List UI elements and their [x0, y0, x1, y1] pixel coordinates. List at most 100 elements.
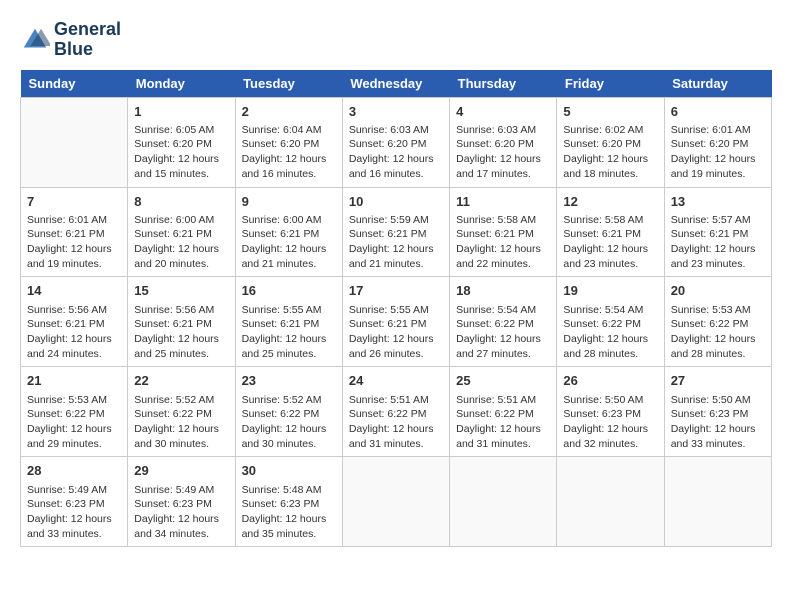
day-info: Sunrise: 5:55 AM Sunset: 6:21 PM Dayligh… — [242, 303, 336, 362]
day-info: Sunrise: 5:52 AM Sunset: 6:22 PM Dayligh… — [134, 393, 228, 452]
day-info: Sunrise: 5:48 AM Sunset: 6:23 PM Dayligh… — [242, 483, 336, 542]
calendar-cell — [664, 457, 771, 547]
day-info: Sunrise: 6:04 AM Sunset: 6:20 PM Dayligh… — [242, 123, 336, 182]
week-row-2: 7 Sunrise: 6:01 AM Sunset: 6:21 PM Daylig… — [21, 187, 772, 277]
calendar-cell: 5 Sunrise: 6:02 AM Sunset: 6:20 PM Daylig… — [557, 97, 664, 187]
day-info: Sunrise: 5:51 AM Sunset: 6:22 PM Dayligh… — [456, 393, 550, 452]
calendar-cell: 17 Sunrise: 5:55 AM Sunset: 6:21 PM Dayli… — [342, 277, 449, 367]
week-row-5: 28 Sunrise: 5:49 AM Sunset: 6:23 PM Dayli… — [21, 457, 772, 547]
day-info: Sunrise: 6:00 AM Sunset: 6:21 PM Dayligh… — [242, 213, 336, 272]
day-info: Sunrise: 6:01 AM Sunset: 6:21 PM Dayligh… — [27, 213, 121, 272]
day-info: Sunrise: 5:49 AM Sunset: 6:23 PM Dayligh… — [134, 483, 228, 542]
calendar-cell: 23 Sunrise: 5:52 AM Sunset: 6:22 PM Dayli… — [235, 367, 342, 457]
day-number: 27 — [671, 372, 765, 390]
day-number: 30 — [242, 462, 336, 480]
day-number: 24 — [349, 372, 443, 390]
calendar-cell: 28Sunrise: 5:49 AM Sunset: 6:23 PM Dayli… — [21, 457, 128, 547]
calendar-cell: 24 Sunrise: 5:51 AM Sunset: 6:22 PM Dayli… — [342, 367, 449, 457]
calendar-cell: 4 Sunrise: 6:03 AM Sunset: 6:20 PM Daylig… — [450, 97, 557, 187]
calendar-cell: 8Sunrise: 6:00 AM Sunset: 6:21 PM Daylig… — [128, 187, 235, 277]
day-info: Sunrise: 5:58 AM Sunset: 6:21 PM Dayligh… — [563, 213, 657, 272]
day-number: 3 — [349, 103, 443, 121]
day-number: 13 — [671, 193, 765, 211]
calendar-cell: 10 Sunrise: 5:59 AM Sunset: 6:21 PM Dayli… — [342, 187, 449, 277]
day-number: 23 — [242, 372, 336, 390]
day-info: Sunrise: 6:03 AM Sunset: 6:20 PM Dayligh… — [349, 123, 443, 182]
day-number: 17 — [349, 282, 443, 300]
weekday-header-wednesday: Wednesday — [342, 70, 449, 98]
day-info: Sunrise: 5:56 AM Sunset: 6:21 PM Dayligh… — [134, 303, 228, 362]
calendar-cell: 13 Sunrise: 5:57 AM Sunset: 6:21 PM Dayli… — [664, 187, 771, 277]
calendar-cell: 18 Sunrise: 5:54 AM Sunset: 6:22 PM Dayli… — [450, 277, 557, 367]
calendar-cell: 11 Sunrise: 5:58 AM Sunset: 6:21 PM Dayli… — [450, 187, 557, 277]
day-number: 9 — [242, 193, 336, 211]
calendar-cell: 16Sunrise: 5:55 AM Sunset: 6:21 PM Dayli… — [235, 277, 342, 367]
day-info: Sunrise: 5:58 AM Sunset: 6:21 PM Dayligh… — [456, 213, 550, 272]
day-number: 7 — [27, 193, 121, 211]
day-number: 20 — [671, 282, 765, 300]
calendar-cell — [21, 97, 128, 187]
calendar-cell: 22 Sunrise: 5:52 AM Sunset: 6:22 PM Dayli… — [128, 367, 235, 457]
calendar-cell — [557, 457, 664, 547]
weekday-header-sunday: Sunday — [21, 70, 128, 98]
day-number: 11 — [456, 193, 550, 211]
weekday-header-thursday: Thursday — [450, 70, 557, 98]
day-number: 29 — [134, 462, 228, 480]
day-info: Sunrise: 5:55 AM Sunset: 6:21 PM Dayligh… — [349, 303, 443, 362]
day-number: 1 — [134, 103, 228, 121]
calendar-table: SundayMondayTuesdayWednesdayThursdayFrid… — [20, 70, 772, 548]
day-number: 18 — [456, 282, 550, 300]
day-info: Sunrise: 5:51 AM Sunset: 6:22 PM Dayligh… — [349, 393, 443, 452]
calendar-cell: 20 Sunrise: 5:53 AM Sunset: 6:22 PM Dayli… — [664, 277, 771, 367]
day-number: 22 — [134, 372, 228, 390]
calendar-cell: 19Sunrise: 5:54 AM Sunset: 6:22 PM Dayli… — [557, 277, 664, 367]
day-number: 4 — [456, 103, 550, 121]
day-number: 28 — [27, 462, 121, 480]
calendar-cell: 14 Sunrise: 5:56 AM Sunset: 6:21 PM Dayli… — [21, 277, 128, 367]
day-number: 5 — [563, 103, 657, 121]
calendar-cell: 7 Sunrise: 6:01 AM Sunset: 6:21 PM Daylig… — [21, 187, 128, 277]
calendar-cell: 21 Sunrise: 5:53 AM Sunset: 6:22 PM Dayli… — [21, 367, 128, 457]
calendar-cell: 1 Sunrise: 6:05 AM Sunset: 6:20 PM Daylig… — [128, 97, 235, 187]
day-number: 21 — [27, 372, 121, 390]
weekday-header-monday: Monday — [128, 70, 235, 98]
calendar-cell: 9 Sunrise: 6:00 AM Sunset: 6:21 PM Daylig… — [235, 187, 342, 277]
day-info: Sunrise: 5:50 AM Sunset: 6:23 PM Dayligh… — [671, 393, 765, 452]
logo-icon — [20, 25, 50, 55]
day-info: Sunrise: 5:52 AM Sunset: 6:22 PM Dayligh… — [242, 393, 336, 452]
day-info: Sunrise: 6:03 AM Sunset: 6:20 PM Dayligh… — [456, 123, 550, 182]
calendar-cell: 6Sunrise: 6:01 AM Sunset: 6:20 PM Daylig… — [664, 97, 771, 187]
day-info: Sunrise: 5:54 AM Sunset: 6:22 PM Dayligh… — [563, 303, 657, 362]
day-number: 26 — [563, 372, 657, 390]
day-number: 25 — [456, 372, 550, 390]
day-info: Sunrise: 6:02 AM Sunset: 6:20 PM Dayligh… — [563, 123, 657, 182]
week-row-3: 14 Sunrise: 5:56 AM Sunset: 6:21 PM Dayli… — [21, 277, 772, 367]
day-number: 2 — [242, 103, 336, 121]
day-number: 12 — [563, 193, 657, 211]
day-number: 8 — [134, 193, 228, 211]
calendar-cell: 27 Sunrise: 5:50 AM Sunset: 6:23 PM Dayli… — [664, 367, 771, 457]
day-info: Sunrise: 5:59 AM Sunset: 6:21 PM Dayligh… — [349, 213, 443, 272]
day-number: 10 — [349, 193, 443, 211]
day-number: 14 — [27, 282, 121, 300]
day-info: Sunrise: 5:50 AM Sunset: 6:23 PM Dayligh… — [563, 393, 657, 452]
day-info: Sunrise: 5:56 AM Sunset: 6:21 PM Dayligh… — [27, 303, 121, 362]
day-info: Sunrise: 6:01 AM Sunset: 6:20 PM Dayligh… — [671, 123, 765, 182]
day-info: Sunrise: 5:54 AM Sunset: 6:22 PM Dayligh… — [456, 303, 550, 362]
day-info: Sunrise: 5:57 AM Sunset: 6:21 PM Dayligh… — [671, 213, 765, 272]
weekday-header-tuesday: Tuesday — [235, 70, 342, 98]
page-header: General Blue — [20, 20, 772, 60]
logo-text: General Blue — [54, 20, 121, 60]
week-row-4: 21 Sunrise: 5:53 AM Sunset: 6:22 PM Dayli… — [21, 367, 772, 457]
calendar-cell: 30 Sunrise: 5:48 AM Sunset: 6:23 PM Dayli… — [235, 457, 342, 547]
day-number: 15 — [134, 282, 228, 300]
calendar-cell: 2 Sunrise: 6:04 AM Sunset: 6:20 PM Daylig… — [235, 97, 342, 187]
day-info: Sunrise: 6:05 AM Sunset: 6:20 PM Dayligh… — [134, 123, 228, 182]
day-info: Sunrise: 5:53 AM Sunset: 6:22 PM Dayligh… — [671, 303, 765, 362]
weekday-header-saturday: Saturday — [664, 70, 771, 98]
calendar-cell: 25 Sunrise: 5:51 AM Sunset: 6:22 PM Dayli… — [450, 367, 557, 457]
day-info: Sunrise: 5:53 AM Sunset: 6:22 PM Dayligh… — [27, 393, 121, 452]
calendar-cell: 3 Sunrise: 6:03 AM Sunset: 6:20 PM Daylig… — [342, 97, 449, 187]
calendar-cell — [342, 457, 449, 547]
week-row-1: 1 Sunrise: 6:05 AM Sunset: 6:20 PM Daylig… — [21, 97, 772, 187]
